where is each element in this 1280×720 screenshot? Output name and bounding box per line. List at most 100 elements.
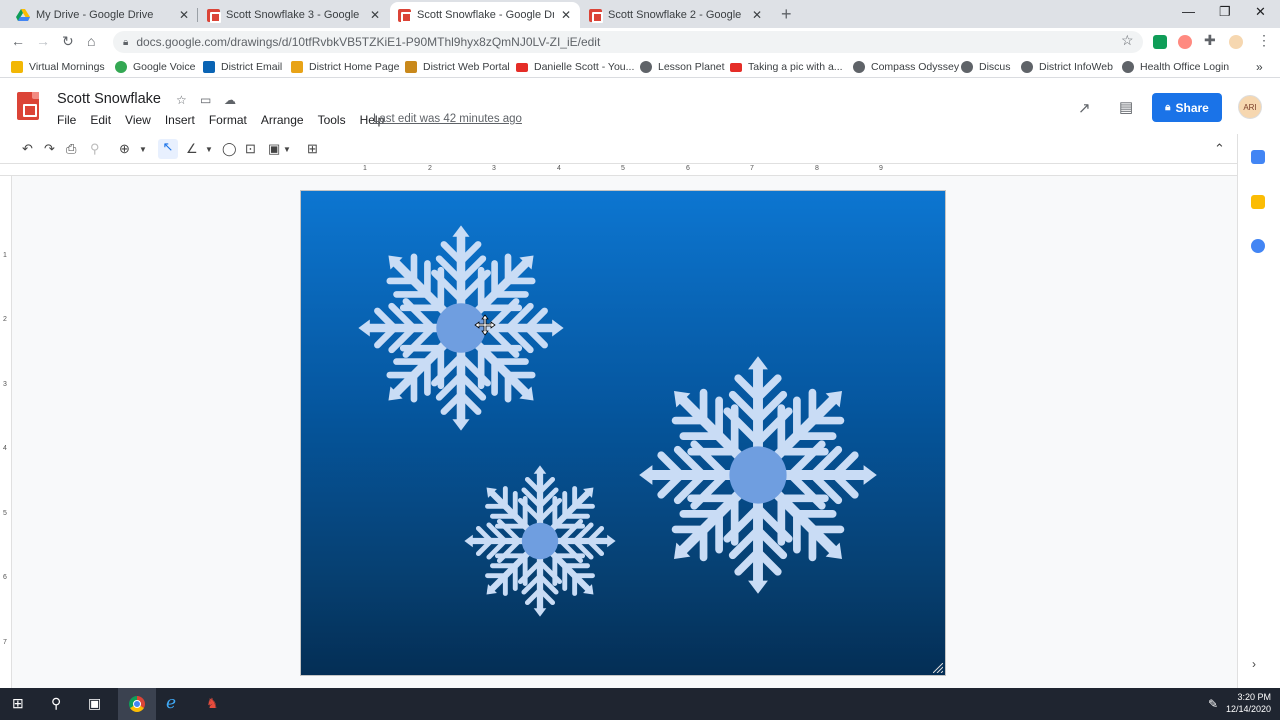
bookmark-district-infoweb[interactable]: District InfoWeb	[1021, 61, 1113, 73]
keep-icon[interactable]	[1251, 195, 1265, 209]
menu-file[interactable]: File	[57, 113, 76, 127]
windows-taskbar	[0, 688, 1280, 720]
google-voice-icon	[115, 61, 127, 73]
menu-insert[interactable]: Insert	[165, 113, 195, 127]
bookmark-health-office-login[interactable]: Health Office Login	[1122, 61, 1229, 73]
extension-icon[interactable]	[1153, 35, 1167, 49]
snowflake-medium[interactable]	[354, 221, 568, 435]
ruler-mark: 1	[3, 252, 7, 259]
close-icon[interactable]: ✕	[178, 8, 190, 22]
ruler-mark: 8	[815, 165, 819, 172]
clock-date: 12/14/2020	[1226, 704, 1272, 714]
tab-scott-snowflake[interactable]: Scott Snowflake - Google Drawings ✕	[390, 2, 580, 28]
more-bookmarks-icon[interactable]: »	[1256, 60, 1263, 74]
system-clock[interactable]: 3:20 PM 12/14/2020	[1226, 691, 1271, 715]
share-button[interactable]: 🔒︎ Share	[1152, 93, 1222, 122]
ruler-mark: 3	[492, 165, 496, 172]
lock-icon: 🔒︎	[1165, 102, 1171, 113]
bookmark-district-email[interactable]: District Email	[203, 61, 282, 73]
minimize-icon[interactable]: —	[1182, 4, 1195, 19]
bookmark-taking-a-pic[interactable]: Taking a pic with a...	[730, 61, 843, 73]
clock-time: 3:20 PM	[1237, 692, 1272, 702]
menu-tools[interactable]: Tools	[318, 113, 346, 127]
expand-panel-icon[interactable]: ›	[1252, 657, 1256, 671]
pen-icon[interactable]: ✎	[1208, 697, 1218, 711]
folder-icon	[11, 61, 23, 73]
comment-icon[interactable]: ▤	[1119, 98, 1133, 116]
reload-icon[interactable]: ↻	[62, 33, 74, 50]
line-tool-icon[interactable]: ∠	[186, 141, 198, 157]
close-icon[interactable]: ✕	[751, 8, 763, 22]
more-vertical-icon[interactable]: ⋮	[1257, 32, 1271, 49]
menu-arrange[interactable]: Arrange	[261, 113, 304, 127]
bookmark-danielle-scott[interactable]: Danielle Scott - You...	[516, 61, 634, 73]
zoom-dropdown-icon[interactable]: ▼	[139, 145, 147, 154]
document-title[interactable]: Scott Snowflake	[57, 91, 161, 107]
globe-icon	[961, 61, 973, 73]
close-icon[interactable]: ✕	[560, 8, 572, 22]
image-dropdown-icon[interactable]: ▼	[283, 145, 291, 154]
ruler-mark: 6	[686, 165, 690, 172]
bookmark-discus[interactable]: Discus	[961, 61, 1011, 73]
task-view-icon[interactable]: ▣	[88, 695, 101, 712]
bookmark-google-voice[interactable]: Google Voice	[115, 61, 195, 73]
forward-icon[interactable]: →	[36, 33, 50, 49]
bookmark-virtual-mornings[interactable]: Virtual Mornings	[11, 61, 105, 73]
select-cursor-icon[interactable]: ↖	[158, 139, 178, 159]
calendar-icon[interactable]	[1251, 150, 1265, 164]
avatar[interactable]: ARI	[1238, 95, 1262, 119]
drawing-canvas[interactable]	[300, 190, 946, 676]
puzzle-icon[interactable]: ✚	[1204, 32, 1216, 49]
windows-start-icon[interactable]: ⊞	[12, 695, 24, 712]
search-icon[interactable]: ⚲	[51, 695, 61, 712]
star-icon[interactable]: ☆	[176, 93, 187, 107]
back-icon[interactable]: ←	[11, 33, 25, 49]
google-drawings-icon	[398, 8, 412, 23]
bookmark-district-home-page[interactable]: District Home Page	[291, 61, 399, 73]
last-edit-link[interactable]: Last edit was 42 minutes ago	[373, 113, 522, 125]
tab-scott-snowflake-3[interactable]: Scott Snowflake 3 - Google Drawings ✕	[199, 2, 389, 28]
url-input[interactable]: 🔒︎ docs.google.com/drawings/d/10tfRvbkVB…	[113, 31, 1143, 53]
resize-handle-icon[interactable]	[933, 663, 943, 673]
home-icon[interactable]: ⌂	[87, 33, 95, 49]
extension-icon[interactable]	[1178, 35, 1192, 49]
menu-view[interactable]: View	[125, 113, 151, 127]
cloud-saved-icon[interactable]: ☁	[224, 93, 236, 107]
internet-explorer-icon[interactable]: ℯ	[166, 693, 176, 713]
paint-format-icon[interactable]: ⚲	[90, 141, 100, 157]
text-box-icon[interactable]: ⊡	[245, 141, 256, 157]
collapse-toolbar-icon[interactable]: ⌃	[1214, 141, 1225, 157]
tab-scott-snowflake-2[interactable]: Scott Snowflake 2 - Google Drawings ✕	[581, 2, 771, 28]
google-drawings-logo-icon[interactable]	[17, 92, 39, 120]
bookmark-lesson-planet[interactable]: Lesson Planet	[640, 61, 725, 73]
restore-icon[interactable]: ❐	[1219, 4, 1231, 20]
snowflake-small[interactable]	[458, 459, 622, 623]
tasks-icon[interactable]	[1251, 239, 1265, 253]
chrome-taskbar-icon[interactable]	[118, 688, 156, 720]
close-icon[interactable]: ✕	[369, 8, 381, 22]
line-dropdown-icon[interactable]: ▼	[205, 145, 213, 154]
menu-format[interactable]: Format	[209, 113, 247, 127]
window-close-icon[interactable]: ✕	[1255, 4, 1266, 20]
bookmark-star-icon[interactable]: ☆	[1121, 32, 1134, 49]
print-icon[interactable]: ⎙	[66, 141, 76, 157]
image-icon[interactable]: ▣	[268, 141, 280, 157]
activity-trend-icon[interactable]: ↗	[1078, 99, 1091, 117]
menu-edit[interactable]: Edit	[90, 113, 111, 127]
move-folder-icon[interactable]: ▭	[200, 93, 211, 107]
shape-tool-icon[interactable]: ◯	[222, 141, 237, 157]
app-icon[interactable]: ♞	[206, 695, 219, 712]
snowflake-large[interactable]	[634, 351, 882, 599]
tab-my-drive[interactable]: My Drive - Google Drive ✕	[8, 2, 198, 28]
move-cursor-icon	[474, 314, 496, 336]
new-tab-button[interactable]: +	[781, 4, 792, 25]
zoom-icon[interactable]: ⊕	[119, 141, 130, 157]
bookmark-compass-odyssey[interactable]: Compass Odyssey	[853, 61, 959, 73]
ruler-mark: 9	[879, 165, 883, 172]
redo-icon[interactable]: ↷	[44, 141, 55, 157]
profile-avatar-icon[interactable]	[1229, 35, 1243, 49]
bookmark-district-web-portal[interactable]: District Web Portal	[405, 61, 510, 73]
add-comment-icon[interactable]: ⊞	[307, 141, 318, 157]
google-drive-icon	[16, 9, 30, 21]
undo-icon[interactable]: ↶	[22, 141, 33, 157]
